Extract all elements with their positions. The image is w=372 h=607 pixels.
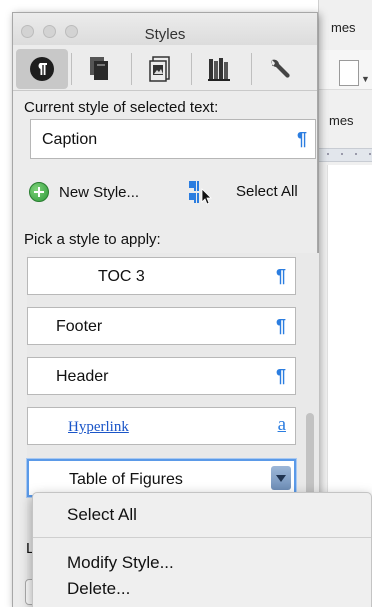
style-name: TOC 3: [98, 268, 145, 285]
menu-item-delete[interactable]: Delete...: [67, 579, 130, 599]
background-ribbon-tab[interactable]: mes: [331, 20, 371, 48]
menu-separator: [33, 537, 371, 538]
paragraph-mark-icon: ¶: [296, 129, 307, 149]
style-name: Hyperlink: [68, 419, 129, 435]
style-item-hyperlink[interactable]: Hyperlink a: [27, 407, 296, 445]
chevron-down-icon[interactable]: ▼: [361, 74, 370, 84]
style-item-toc-3[interactable]: TOC 3 ¶: [27, 257, 296, 295]
style-name: Table of Figures: [69, 471, 183, 488]
paragraph-mark-icon: ¶: [275, 266, 286, 286]
style-name: Footer: [56, 318, 103, 335]
media-browser-icon: [149, 56, 170, 82]
media-tab-button[interactable]: [134, 49, 186, 89]
style-dropdown-button[interactable]: [271, 466, 291, 490]
character-style-icon: a: [277, 414, 286, 435]
books-icon: [208, 58, 230, 81]
background-ribbon-label: mes: [329, 113, 354, 128]
reference-tab-button[interactable]: [194, 49, 246, 89]
style-actions: New Style... Select All: [29, 177, 315, 207]
pick-style-label: Pick a style to apply:: [24, 231, 161, 248]
palette-title: Styles: [144, 26, 186, 43]
style-name: Header: [56, 368, 109, 385]
current-style-label: Current style of selected text:: [24, 99, 219, 116]
wrench-icon: [271, 59, 290, 78]
styles-tab-button[interactable]: [16, 49, 68, 89]
style-context-menu: Select All Modify Style... Delete...: [32, 492, 372, 607]
select-all-icon[interactable]: [185, 179, 215, 205]
menu-item-modify-style[interactable]: Modify Style...: [67, 553, 174, 573]
new-style-button[interactable]: New Style...: [29, 177, 139, 207]
background-ruler: [319, 148, 372, 162]
current-style-value: Caption: [42, 131, 98, 148]
document-icon[interactable]: [339, 60, 359, 86]
paragraph-mark-icon: ¶: [275, 316, 286, 336]
new-style-label: New Style...: [59, 183, 140, 201]
current-style-field[interactable]: Caption ¶: [30, 119, 316, 159]
palette-titlebar[interactable]: Styles: [13, 13, 317, 45]
plus-circle-icon: [29, 182, 49, 202]
style-item-footer[interactable]: Footer ¶: [27, 307, 296, 345]
paragraph-styles-icon: [30, 57, 54, 81]
layers-tab-button[interactable]: [74, 49, 126, 89]
paragraph-mark-icon: ¶: [275, 366, 286, 386]
document-layers-icon: [90, 57, 108, 80]
tools-tab-button[interactable]: [254, 49, 306, 89]
style-item-header[interactable]: Header ¶: [27, 357, 296, 395]
menu-item-select-all[interactable]: Select All: [67, 505, 137, 525]
select-all-button[interactable]: Select All: [236, 183, 298, 200]
palette-toolbar: [13, 45, 317, 91]
